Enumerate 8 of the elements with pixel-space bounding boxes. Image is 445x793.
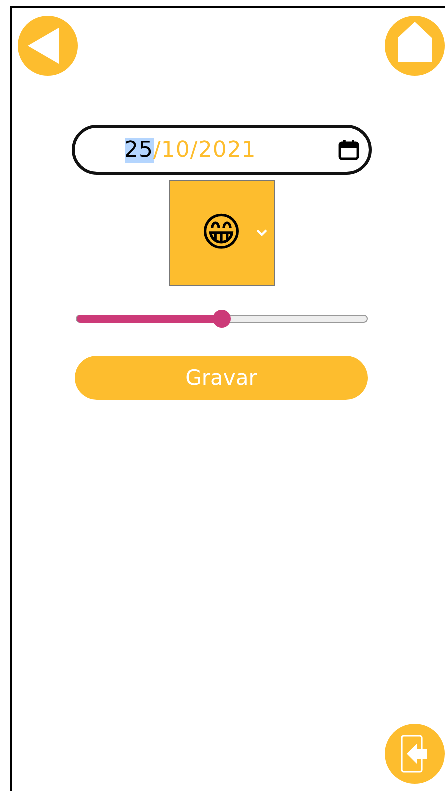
back-icon[interactable] <box>18 16 78 76</box>
slider[interactable] <box>76 310 368 328</box>
home-icon[interactable] <box>385 16 445 76</box>
exit-door-icon[interactable] <box>385 724 445 784</box>
date-field[interactable]: 25/10/2021 <box>72 125 372 175</box>
mood-select[interactable]: 😁 <box>168 180 274 286</box>
calendar-icon[interactable] <box>336 138 360 162</box>
chevron-down-icon <box>256 229 268 237</box>
